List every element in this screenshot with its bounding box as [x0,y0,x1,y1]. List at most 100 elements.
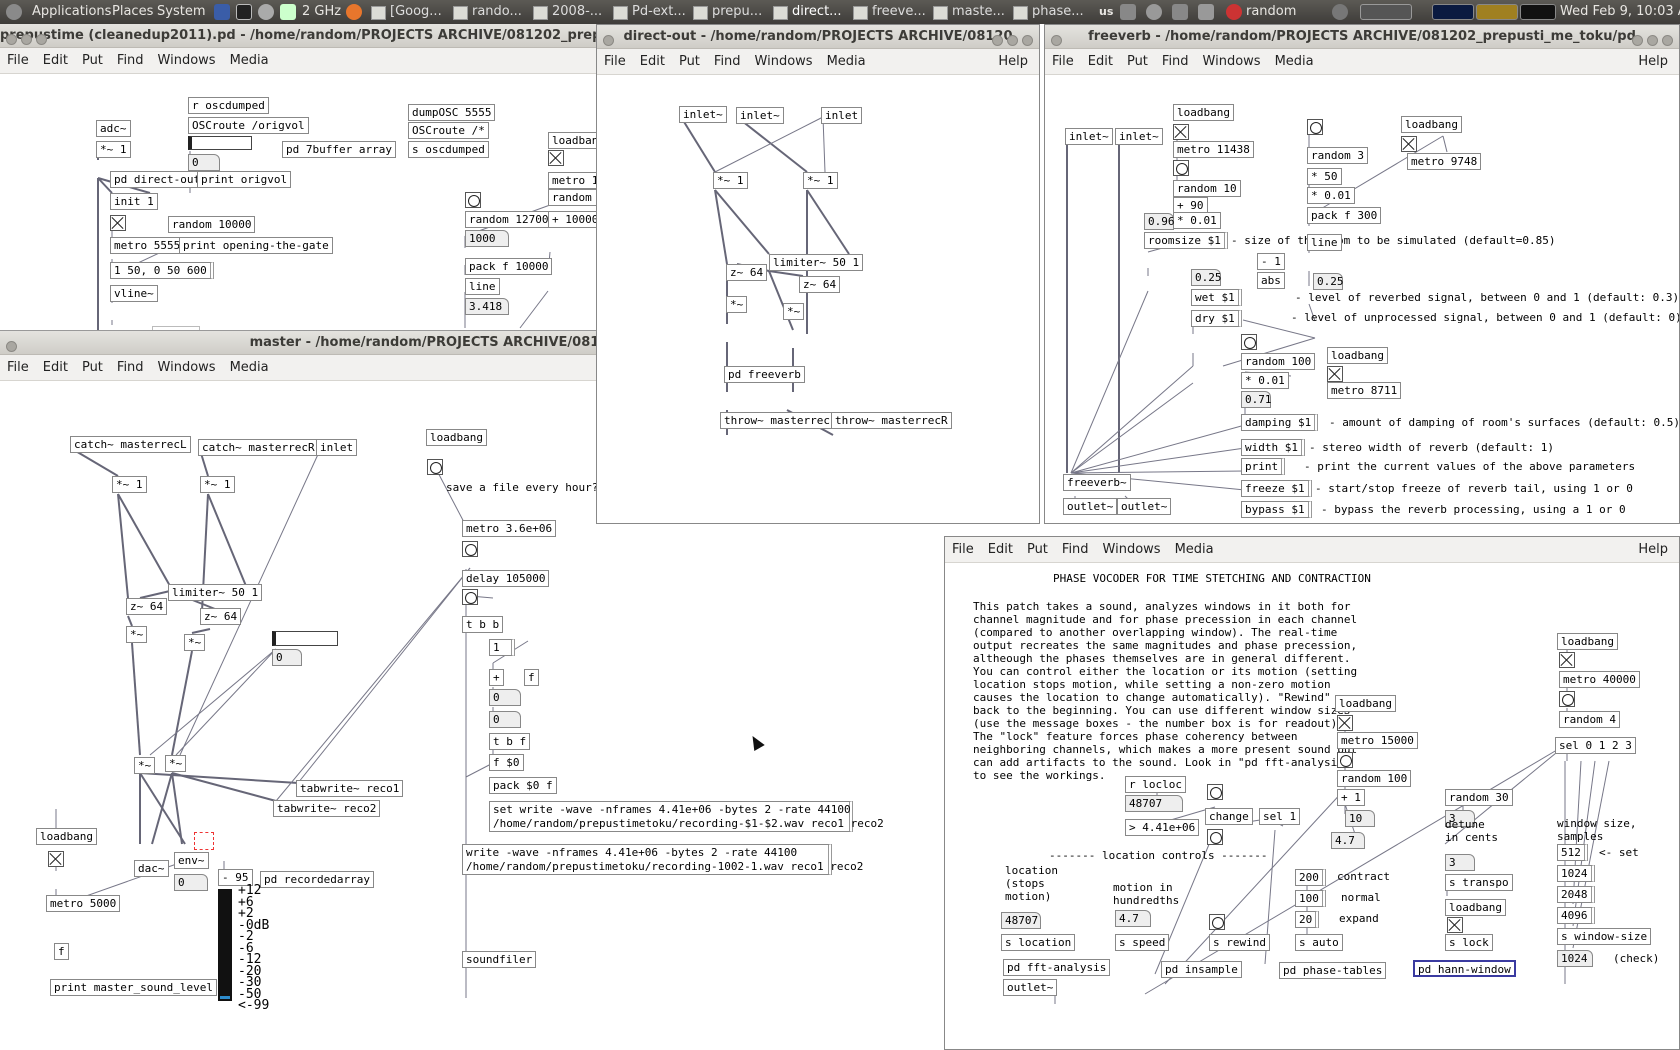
obj-random-10[interactable]: random 10 [1173,180,1241,197]
menu-media[interactable]: Media [223,355,276,381]
obj-f[interactable]: f [54,943,69,960]
number-box[interactable]: 0 [188,154,220,171]
obj-r-oscdumped[interactable]: r oscdumped [188,97,269,114]
obj-loadbang-2[interactable]: loadbang [1401,116,1462,133]
power-icon[interactable] [1332,4,1348,20]
obj-sel[interactable]: sel 0 1 2 3 [1555,737,1636,754]
patch-canvas[interactable]: inlet~ inlet~ inlet *~ 1 *~ 1 limiter~ 5… [597,76,1039,523]
bang[interactable] [462,541,478,557]
obj-metro-hour[interactable]: metro 3.6e+06 [462,520,557,537]
obj-minus-1[interactable]: - 1 [1257,253,1285,270]
obj-throw-R[interactable]: throw~ masterrecR [831,412,952,429]
menu-put[interactable]: Put [672,49,707,75]
places-menu[interactable]: Places [112,0,153,24]
system-menu[interactable]: System [157,0,205,24]
bang-2[interactable] [462,589,478,605]
menu-find[interactable]: Find [110,48,151,74]
msg-1024[interactable]: 1024 [1557,865,1595,882]
obj-soundfiler[interactable]: soundfiler [462,951,537,968]
menu-help[interactable]: Help [1631,49,1675,75]
menu-edit[interactable]: Edit [633,49,672,75]
obj-adc[interactable]: adc~ [96,120,131,137]
menu-put[interactable]: Put [75,48,110,74]
toggle[interactable] [48,851,64,867]
msg-bypass[interactable]: bypass $1 [1241,501,1312,518]
menu-edit[interactable]: Edit [981,537,1020,563]
menu-help[interactable]: Help [1631,537,1675,563]
menu-windows[interactable]: Windows [1096,537,1168,563]
task-maste[interactable]: maste... [930,2,1010,22]
obj-metro-9748[interactable]: metro 9748 [1407,153,1482,170]
obj-print-opening[interactable]: print opening-the-gate [179,237,333,254]
bang[interactable] [1559,691,1575,707]
task-google[interactable]: [Goog... [368,2,450,22]
msg-dry[interactable]: dry $1 [1191,310,1242,327]
task-2008[interactable]: 2008-... [530,2,610,22]
number-box-roomsize[interactable]: 0.96 [1144,213,1175,230]
menu-edit[interactable]: Edit [36,355,75,381]
obj-random[interactable]: random ( [548,189,600,206]
obj-mul-5[interactable]: *~ [134,757,156,774]
patch-canvas[interactable]: inlet~ inlet~ loadbang metro 11438 rando… [1045,76,1679,523]
obj-outlet[interactable]: outlet~ [1003,979,1058,996]
workspace-switcher[interactable] [1360,4,1412,20]
menu-media[interactable]: Media [223,48,276,74]
obj-pd-7buffer[interactable]: pd 7buffer array [282,141,396,158]
obj-mul-3[interactable]: *~ [126,626,148,643]
chat-icon[interactable] [1146,4,1162,20]
obj-inlet[interactable]: inlet [821,107,863,124]
hslider[interactable] [188,136,252,150]
number-box[interactable]: 0 [272,649,302,666]
obj-freeverb[interactable]: freeverb~ [1063,474,1131,491]
obj-limiter[interactable]: limiter~ 50 1 [769,254,864,271]
obj-s-transpo[interactable]: s transpo [1445,874,1513,891]
obj-inlet-tilde-2[interactable]: inlet~ [1115,128,1163,145]
obj-init[interactable]: init 1 [110,193,158,210]
menu-media[interactable]: Media [820,49,873,75]
obj-z-64-2[interactable]: z~ 64 [799,276,841,293]
msg-roomsize[interactable]: roomsize $1 [1144,232,1228,249]
obj-inlet-tilde-1[interactable]: inlet~ [679,106,727,123]
toggle-3[interactable] [1327,366,1343,382]
obj-mul-2[interactable]: *~ 1 [200,476,235,493]
toggle-2[interactable] [1401,136,1417,152]
menu-help[interactable]: Help [991,49,1035,75]
obj-pack-f-300[interactable]: pack f 300 [1307,207,1382,224]
obj-limiter[interactable]: limiter~ 50 1 [168,584,263,601]
menu-find[interactable]: Find [110,355,151,381]
menu-put[interactable]: Put [1020,537,1055,563]
hslider[interactable] [272,631,338,646]
dropzone-box[interactable] [194,832,214,850]
obj-outlet-2[interactable]: outlet~ [1117,498,1172,515]
toggle[interactable] [110,215,126,231]
obj-mul-50[interactable]: * 50 [1307,168,1342,185]
obj-inlet-tilde-2[interactable]: inlet~ [736,107,784,124]
number-box-level[interactable]: 0 [174,874,208,891]
flag-icon[interactable] [214,4,230,20]
obj-loadbang[interactable]: loadbang [548,132,600,149]
msg-vline[interactable]: 1 50, 0 50 600 [110,262,214,279]
obj-pd-freeverb[interactable]: pd freeverb [724,366,805,383]
obj-loadbang-2[interactable]: loadbang [1335,695,1396,712]
obj-mul[interactable]: *~ 1 [96,141,131,158]
obj-s-lock[interactable]: s lock [1445,934,1493,951]
obj-dumposc[interactable]: dumpOSC 5555 [408,104,496,121]
task-pd-ext[interactable]: Pd-ext... [610,2,690,22]
obj-tabwrite-reco1[interactable]: tabwrite~ reco1 [296,780,404,797]
obj-mul-001[interactable]: * 0.01 [1173,212,1221,229]
msg-freeze[interactable]: freeze $1 [1241,480,1312,497]
number-box-2[interactable]: 1000 [465,230,509,247]
obj-mul-001-3[interactable]: * 0.01 [1241,372,1289,389]
obj-loadbang-3[interactable]: loadbang [1445,899,1506,916]
msg-write[interactable]: write -wave -nframes 4.41e+06 -bytes 2 -… [462,844,863,875]
toggle-2[interactable] [1337,715,1353,731]
toggle-2[interactable] [548,150,564,166]
window-titlebar[interactable]: freeverb - /home/random/PROJECTS ARCHIVE… [1045,25,1679,49]
menu-find[interactable]: Find [1055,537,1096,563]
obj-plus-1[interactable]: + 1 [1337,789,1365,806]
msg-set-write[interactable]: set write -wave -nframes 4.41e+06 -bytes… [489,801,884,832]
msg-4096[interactable]: 4096 [1557,907,1595,924]
obj-random-4[interactable]: random 4 [1559,711,1620,728]
menu-file[interactable]: File [0,355,36,381]
task-phase[interactable]: phase... [1010,2,1090,22]
